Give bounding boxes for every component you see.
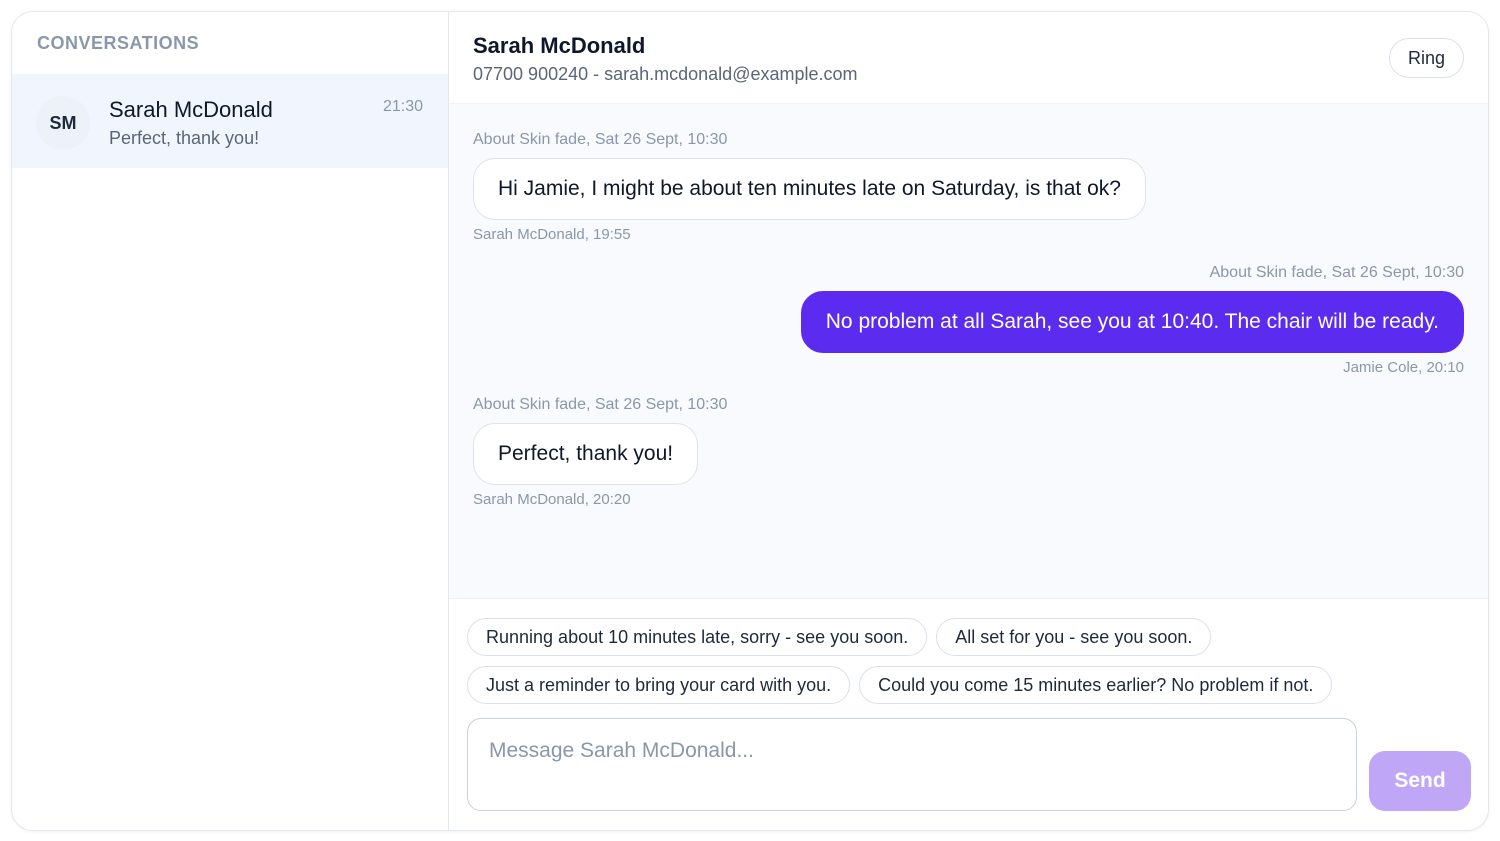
quick-replies: Running about 10 minutes late, sorry - s… [467, 618, 1470, 714]
quick-reply-chip[interactable]: Just a reminder to bring your card with … [467, 666, 851, 704]
quick-reply-chip[interactable]: Running about 10 minutes late, sorry - s… [467, 618, 928, 656]
quick-reply-chip[interactable]: Could you come 15 minutes earlier? No pr… [859, 666, 1333, 704]
avatar: SM [36, 96, 90, 150]
chat-panel: Sarah McDonald 07700 900240 - sarah.mcdo… [449, 12, 1488, 830]
conversation-item[interactable]: SM Sarah McDonald Perfect, thank you! 21… [12, 74, 448, 168]
message-meta: Sarah McDonald, 20:20 [473, 491, 631, 508]
message-bubble: Hi Jamie, I might be about ten minutes l… [473, 158, 1146, 220]
send-button[interactable]: Send [1369, 751, 1471, 811]
messaging-app: CONVERSATIONS SM Sarah McDonald Perfect,… [11, 11, 1489, 831]
message-outgoing: About Skin fade, Sat 26 Sept, 10:30 No p… [800, 264, 1464, 376]
conversation-name: Sarah McDonald [109, 97, 273, 122]
sidebar-title: CONVERSATIONS [37, 33, 200, 53]
conversations-sidebar: CONVERSATIONS SM Sarah McDonald Perfect,… [12, 12, 449, 830]
message-incoming: About Skin fade, Sat 26 Sept, 10:30 Perf… [473, 396, 727, 508]
conversation-preview: Perfect, thank you! [109, 128, 260, 148]
contact-name: Sarah McDonald [473, 33, 646, 58]
message-input[interactable] [467, 718, 1357, 811]
conversation-time: 21:30 [382, 98, 423, 115]
chat-header: Sarah McDonald 07700 900240 - sarah.mcdo… [449, 12, 1488, 104]
ring-button[interactable]: Ring [1388, 38, 1464, 78]
message-meta: Sarah McDonald, 19:55 [473, 226, 631, 243]
message-meta: Jamie Cole, 20:10 [1343, 359, 1464, 376]
message-bubble: Perfect, thank you! [473, 423, 699, 485]
message-composer: Running about 10 minutes late, sorry - s… [449, 599, 1488, 830]
quick-reply-chip[interactable]: All set for you - see you soon. [936, 618, 1212, 656]
message-incoming: About Skin fade, Sat 26 Sept, 10:30 Hi J… [473, 131, 1146, 243]
message-bubble: No problem at all Sarah, see you at 10:4… [800, 291, 1464, 353]
message-thread: About Skin fade, Sat 26 Sept, 10:30 Hi J… [449, 104, 1488, 599]
message-context: About Skin fade, Sat 26 Sept, 10:30 [473, 131, 728, 148]
contact-details: 07700 900240 - sarah.mcdonald@example.co… [473, 64, 858, 84]
message-context: About Skin fade, Sat 26 Sept, 10:30 [1209, 264, 1464, 281]
message-context: About Skin fade, Sat 26 Sept, 10:30 [473, 396, 728, 413]
